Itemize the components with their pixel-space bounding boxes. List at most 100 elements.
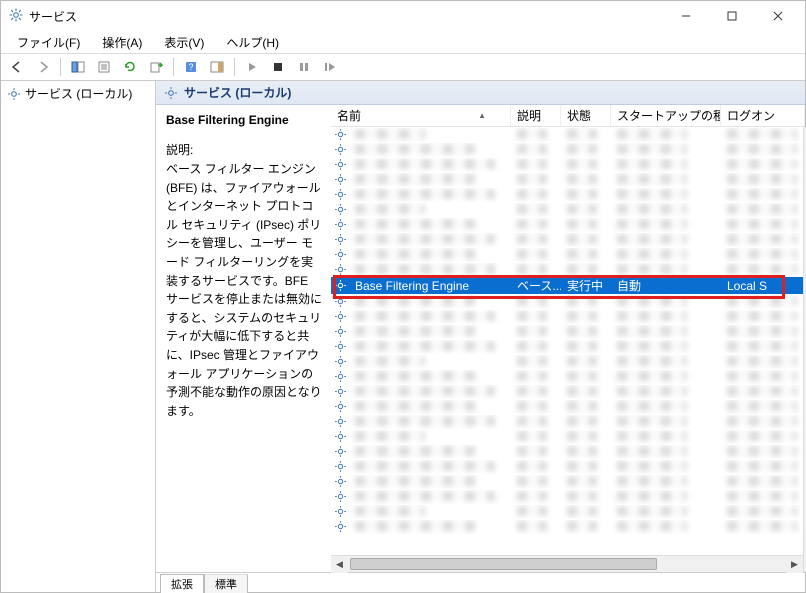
- horizontal-scrollbar[interactable]: ◀ ▶: [331, 555, 803, 572]
- service-row[interactable]: [331, 202, 803, 217]
- service-row[interactable]: [331, 172, 803, 187]
- gear-icon: [331, 520, 349, 533]
- gear-icon: [331, 248, 349, 261]
- service-row[interactable]: [331, 444, 803, 459]
- tree-root-item[interactable]: サービス (ローカル): [1, 83, 155, 104]
- gear-icon: [331, 505, 349, 518]
- tree-pane: サービス (ローカル): [1, 81, 156, 592]
- column-status[interactable]: 状態: [561, 105, 611, 126]
- column-headers: 名前▲ 説明 状態 スタートアップの種類 ログオン: [331, 105, 805, 127]
- menu-view[interactable]: 表示(V): [154, 32, 214, 53]
- gear-icon: [331, 475, 349, 488]
- cell-desc: ベース...: [511, 277, 561, 294]
- pause-service-button[interactable]: [292, 56, 316, 78]
- back-button[interactable]: [5, 56, 29, 78]
- service-row-selected[interactable]: Base Filtering Engineベース...実行中自動Local S: [331, 277, 803, 294]
- service-row[interactable]: [331, 324, 803, 339]
- right-header-label: サービス (ローカル): [184, 84, 291, 101]
- service-row[interactable]: [331, 232, 803, 247]
- help-button[interactable]: ?: [179, 56, 203, 78]
- gear-icon: [331, 370, 349, 383]
- service-row[interactable]: [331, 309, 803, 324]
- gear-icon: [331, 400, 349, 413]
- detail-label: 説明:: [166, 141, 323, 158]
- tree-root-label: サービス (ローカル): [25, 85, 132, 102]
- column-name[interactable]: 名前▲: [331, 105, 511, 126]
- sort-arrow-icon: ▲: [478, 111, 504, 120]
- column-startup[interactable]: スタートアップの種類: [611, 105, 721, 126]
- detail-description: ベース フィルター エンジン (BFE) は、ファイアウォールとインターネット …: [166, 160, 323, 420]
- column-description[interactable]: 説明: [511, 105, 561, 126]
- service-row[interactable]: [331, 399, 803, 414]
- detail-title: Base Filtering Engine: [166, 113, 323, 127]
- gear-icon: [331, 143, 349, 156]
- refresh-button[interactable]: [118, 56, 142, 78]
- restart-service-button[interactable]: [318, 56, 342, 78]
- gear-icon: [331, 355, 349, 368]
- gear-icon: [331, 263, 349, 276]
- gear-icon: [331, 385, 349, 398]
- service-row[interactable]: [331, 217, 803, 232]
- cell-startup: 自動: [611, 277, 721, 294]
- service-row[interactable]: [331, 489, 803, 504]
- service-row[interactable]: [331, 262, 803, 277]
- service-row[interactable]: [331, 459, 803, 474]
- show-hide-tree-button[interactable]: [66, 56, 90, 78]
- scroll-left-button[interactable]: ◀: [331, 556, 348, 573]
- action-pane-button[interactable]: [205, 56, 229, 78]
- svg-text:?: ?: [188, 62, 193, 72]
- gear-icon: [331, 203, 349, 216]
- detail-pane: Base Filtering Engine 説明: ベース フィルター エンジン…: [156, 105, 331, 572]
- menu-action[interactable]: 操作(A): [92, 32, 152, 53]
- service-row[interactable]: [331, 474, 803, 489]
- gear-icon: [331, 310, 349, 323]
- gear-icon: [331, 218, 349, 231]
- service-row[interactable]: [331, 294, 803, 309]
- right-header: サービス (ローカル): [156, 81, 805, 105]
- service-row[interactable]: [331, 384, 803, 399]
- gear-icon: [331, 445, 349, 458]
- list-pane: 名前▲ 説明 状態 スタートアップの種類 ログオン Base Filtering…: [331, 105, 805, 572]
- stop-service-button[interactable]: [266, 56, 290, 78]
- service-row[interactable]: [331, 157, 803, 172]
- gear-icon: [331, 415, 349, 428]
- maximize-button[interactable]: [709, 1, 755, 31]
- gear-icon: [331, 325, 349, 338]
- export-button[interactable]: [144, 56, 168, 78]
- gear-icon: [331, 295, 349, 308]
- service-row[interactable]: [331, 339, 803, 354]
- scroll-right-button[interactable]: ▶: [786, 556, 803, 573]
- service-row[interactable]: [331, 247, 803, 262]
- gear-icon: [331, 158, 349, 171]
- gear-icon: [331, 340, 349, 353]
- start-service-button[interactable]: [240, 56, 264, 78]
- gear-icon: [331, 279, 349, 292]
- close-button[interactable]: [755, 1, 801, 31]
- service-row[interactable]: [331, 354, 803, 369]
- menubar: ファイル(F) 操作(A) 表示(V) ヘルプ(H): [1, 31, 805, 53]
- service-row[interactable]: [331, 142, 803, 157]
- service-row[interactable]: [331, 187, 803, 202]
- gear-icon: [331, 173, 349, 186]
- service-row[interactable]: [331, 504, 803, 519]
- tab-standard[interactable]: 標準: [204, 574, 248, 593]
- tab-extended[interactable]: 拡張: [160, 574, 204, 593]
- column-logon[interactable]: ログオン: [721, 105, 805, 126]
- service-row[interactable]: [331, 414, 803, 429]
- gear-icon: [331, 460, 349, 473]
- right-pane: サービス (ローカル) Base Filtering Engine 説明: ベー…: [156, 81, 805, 592]
- bottom-tabs: 拡張 標準: [156, 572, 805, 592]
- service-row[interactable]: [331, 127, 803, 142]
- properties-button[interactable]: [92, 56, 116, 78]
- service-row[interactable]: [331, 429, 803, 444]
- service-row[interactable]: [331, 369, 803, 384]
- menu-help[interactable]: ヘルプ(H): [216, 32, 289, 53]
- minimize-button[interactable]: [663, 1, 709, 31]
- menu-file[interactable]: ファイル(F): [7, 32, 90, 53]
- service-row[interactable]: [331, 519, 803, 534]
- gear-icon: [331, 490, 349, 503]
- gear-icon: [331, 233, 349, 246]
- cell-logon: Local S: [721, 279, 803, 293]
- window-title: サービス: [29, 8, 77, 25]
- forward-button[interactable]: [31, 56, 55, 78]
